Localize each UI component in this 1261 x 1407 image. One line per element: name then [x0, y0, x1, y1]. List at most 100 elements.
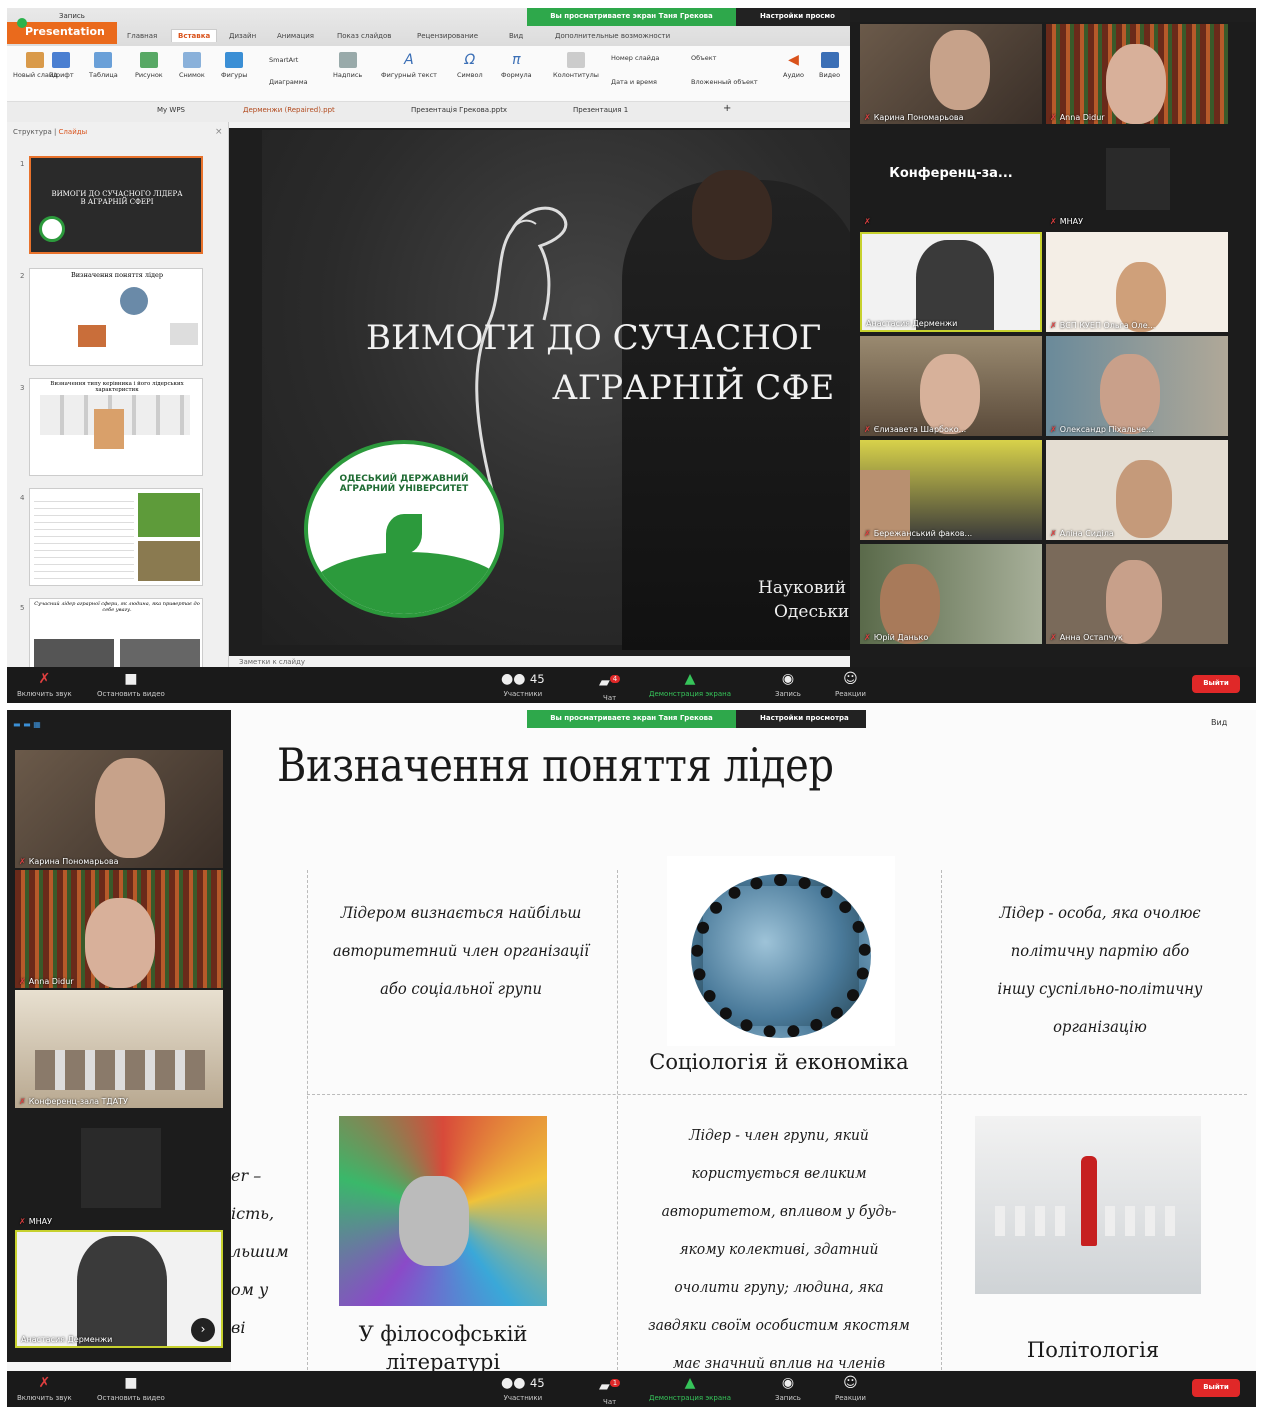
font-icon: [52, 52, 71, 68]
video-tile[interactable]: ✗ Конференц-зала ТДАТУ: [15, 990, 223, 1108]
participant-strip: ▬ ▬ ▦ ✗ Карина Пономарьова ✗ Anna Didur ✗ К…: [7, 710, 231, 1362]
slide-thumb-3[interactable]: Визначення типу керівника і його лідерсь…: [29, 378, 203, 476]
table-button[interactable]: Таблица: [89, 52, 118, 79]
mic-off-icon: ✗: [1050, 529, 1057, 538]
share-screen-button[interactable]: ▲ Демонстрация экрана: [649, 671, 731, 698]
thumb-number: 2: [20, 272, 25, 280]
video-tile[interactable]: ✗ ВСП КУЕП Ольга Оле...: [1046, 232, 1228, 332]
view-options-button[interactable]: Настройки просмо: [736, 8, 850, 26]
embedded-object-button[interactable]: Вложенный объект: [691, 78, 758, 86]
header-footer-button[interactable]: Колонтитулы: [553, 52, 599, 79]
view-options-button[interactable]: Настройки просмотра: [736, 710, 866, 728]
new-tab-icon[interactable]: +: [723, 103, 731, 114]
record-icon: ◉: [781, 1375, 795, 1391]
video-tile[interactable]: ✗ Карина Пономарьова: [860, 24, 1042, 124]
chat-button[interactable]: ▰ 4 Чат: [599, 671, 621, 702]
tab-slideshow[interactable]: Показ слайдов: [337, 32, 391, 40]
video-tile[interactable]: ✗ МНАУ: [15, 1118, 223, 1228]
tab-slides[interactable]: Слайды: [59, 128, 88, 136]
strip-controls[interactable]: ▬ ▬ ▦: [13, 720, 103, 732]
mic-off-icon: ✗: [1050, 113, 1057, 122]
chat-button[interactable]: ▰ 1 Чат: [599, 1375, 621, 1406]
tab-design[interactable]: Дизайн: [229, 32, 256, 40]
reactions-button[interactable]: ☺ Реакции: [835, 1375, 866, 1402]
video-tile[interactable]: ✗ Anna Didur: [1046, 24, 1228, 124]
video-tile[interactable]: ✗ Єлизавета Шарбоко...: [860, 336, 1042, 436]
mic-off-icon: ✗: [19, 1097, 26, 1106]
caption-philosophy: У філософській: [358, 1322, 528, 1346]
classroom-desks: [35, 1050, 205, 1090]
grid-view-icon[interactable]: ▬ ▬ ▦: [13, 720, 41, 729]
snapshot-button[interactable]: Снимок: [179, 52, 205, 79]
thumb-title: Визначення поняття лідер: [70, 271, 164, 279]
participant-face: [1106, 560, 1162, 644]
leave-button[interactable]: Выйти: [1192, 1379, 1240, 1397]
video-tile[interactable]: ✗ Аліна Сиділа: [1046, 440, 1228, 540]
slide-subtitle-2: Одеськи: [774, 602, 850, 622]
participants-button[interactable]: ●● 45 Участники: [501, 671, 545, 698]
wordart-button[interactable]: A Фигурный текст: [381, 52, 437, 79]
datetime-button[interactable]: Дата и время: [611, 78, 657, 86]
stop-video-button[interactable]: ■ Остановить видео: [97, 671, 165, 698]
object-button[interactable]: Объект: [691, 54, 716, 62]
stop-video-button[interactable]: ■ Остановить видео: [97, 1375, 165, 1402]
unmute-button[interactable]: ✗ Включить звук: [17, 1375, 72, 1402]
unmute-button[interactable]: ✗ Включить звук: [17, 671, 72, 698]
video-tile[interactable]: ✗ МНАУ: [1046, 128, 1228, 228]
video-button[interactable]: Видео: [819, 52, 840, 79]
caption-politics: Політологія: [1026, 1338, 1160, 1362]
tab-doc-presentation1[interactable]: Презентация 1: [573, 106, 628, 114]
share-screen-button[interactable]: ▲ Демонстрация экрана: [649, 1375, 731, 1402]
formula-button[interactable]: π Формула: [501, 52, 532, 79]
view-button[interactable]: Вид: [1211, 718, 1227, 727]
tab-outline[interactable]: Структура: [13, 128, 52, 136]
participants-button[interactable]: ●● 45 Участники: [501, 1375, 545, 1402]
tab-doc-dermenzhi[interactable]: Дерменжи (Repaired).ppt: [243, 106, 335, 114]
leave-button[interactable]: Выйти: [1192, 675, 1240, 693]
pane-tabs: Структура | Слайды: [13, 128, 88, 136]
reactions-button[interactable]: ☺ Реакции: [835, 671, 866, 698]
smartart-button[interactable]: SmartArt: [269, 56, 298, 64]
close-pane-icon[interactable]: ×: [215, 127, 223, 137]
video-tile[interactable]: ✗ Юрій Данько: [860, 544, 1042, 644]
slide-number-button[interactable]: Номер слайда: [611, 54, 659, 62]
textbox-icon: [338, 52, 357, 68]
header-footer-icon: [566, 52, 585, 68]
audio-button[interactable]: ◀ Аудио: [783, 52, 804, 79]
tab-view[interactable]: Вид: [509, 32, 523, 40]
record-indicator-icon: [17, 18, 27, 28]
tab-review[interactable]: Рецензирование: [417, 32, 478, 40]
thumb-photo: [120, 639, 200, 667]
tab-extras[interactable]: Дополнительные возможности: [555, 32, 670, 40]
chart-button[interactable]: Диаграмма: [269, 78, 308, 86]
tab-doc-grekova[interactable]: Презентація Грекова.pptx: [411, 106, 507, 114]
record-icon: ◉: [781, 671, 795, 687]
slide-thumb-1[interactable]: ВИМОГИ ДО СУЧАСНОГО ЛІДЕРА В АГРАРНІЙ СФ…: [29, 156, 203, 254]
shapes-button[interactable]: Фигуры: [221, 52, 247, 79]
video-tile[interactable]: Конференц-за... ✗: [860, 128, 1042, 228]
font-button[interactable]: Шрифт: [49, 52, 74, 79]
divider: [941, 870, 942, 1370]
thumb-machine: [138, 541, 200, 581]
video-tile[interactable]: ✗ Карина Пономарьова: [15, 750, 223, 868]
video-tile[interactable]: ✗ Анна Остапчук: [1046, 544, 1228, 644]
tab-mywps[interactable]: My WPS: [157, 106, 185, 114]
slide-thumb-5[interactable]: Сучасний лідер аграрної сфери, як людина…: [29, 598, 203, 668]
video-tile-active-speaker[interactable]: Анастасия Дерменжи: [860, 232, 1042, 332]
tab-insert[interactable]: Вставка: [171, 29, 218, 42]
tab-animation[interactable]: Анимация: [277, 32, 314, 40]
slide-thumb-4[interactable]: [29, 488, 203, 586]
next-page-icon[interactable]: ›: [191, 1318, 215, 1342]
symbol-button[interactable]: Ω Символ: [457, 52, 483, 79]
textbox-button[interactable]: Надпись: [333, 52, 362, 79]
participant-face: [920, 354, 980, 434]
record-button[interactable]: ◉ Запись: [775, 1375, 801, 1402]
slide-thumb-2[interactable]: Визначення поняття лідер: [29, 268, 203, 366]
video-tile[interactable]: ✗ Anna Didur: [15, 870, 223, 988]
video-tile[interactable]: ✗ Олександр Піхальче...: [1046, 336, 1228, 436]
picture-button[interactable]: Рисунок: [135, 52, 163, 79]
tab-home[interactable]: Главная: [127, 32, 157, 40]
video-tile-active-speaker[interactable]: Анастасия Дерменжи ›: [15, 1230, 223, 1348]
video-tile[interactable]: ✗ Бережанський факов...: [860, 440, 1042, 540]
record-button[interactable]: ◉ Запись: [775, 671, 801, 698]
